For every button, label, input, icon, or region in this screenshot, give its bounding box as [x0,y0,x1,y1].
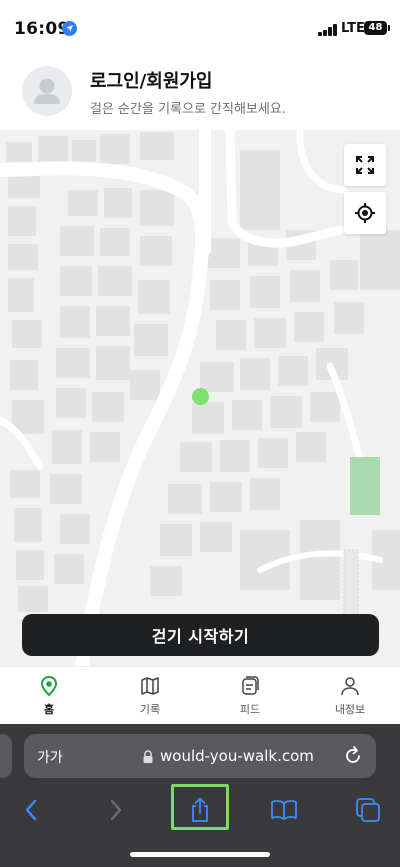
previous-tab-peek[interactable] [0,734,12,778]
login-header[interactable]: 로그인/회원가입 걸은 순간을 기록으로 간직해보세요. [0,54,400,130]
tab-profile[interactable]: 내정보 [310,675,390,721]
feed-icon [242,676,259,695]
back-button[interactable] [11,790,51,830]
book-icon [271,800,297,820]
bookmarks-button[interactable] [264,790,304,830]
crosshair-icon [355,203,375,223]
expand-map-button[interactable] [344,144,386,186]
profile-icon [341,677,359,696]
avatar[interactable] [22,66,72,116]
tab-home[interactable]: 홈 [9,675,89,721]
status-bar: 16:09 LTE 48 [0,0,400,54]
address-bar[interactable]: 가가 would-you-walk.com [24,734,376,778]
park-area [350,457,380,515]
tab-home-label: 홈 [43,703,55,716]
tabs-button[interactable] [348,790,388,830]
tab-profile-label: 내정보 [334,703,366,716]
tab-feed[interactable]: 피드 [210,675,290,721]
chevron-left-icon [25,799,37,821]
login-signup-title[interactable]: 로그인/회원가입 [90,67,213,93]
cellular-signal-icon [318,24,338,36]
tab-feed-label: 피드 [239,703,261,716]
login-subtitle: 걸은 순간을 기록으로 간직해보세요. [90,102,286,117]
map-icon [141,677,159,695]
home-indicator [130,852,270,857]
tab-records[interactable]: 기록 [110,675,190,721]
tabs-icon [356,798,380,822]
url-text[interactable]: would-you-walk.com [160,747,314,765]
current-location-dot [192,388,209,405]
location-pin-icon [40,675,58,697]
start-walking-button[interactable]: 걷기 시작하기 [22,614,379,656]
lock-icon [143,750,153,763]
tab-records-label: 기록 [139,703,161,716]
chevron-right-icon [110,799,122,821]
expand-icon [356,156,374,174]
reload-icon[interactable] [342,745,364,767]
my-location-button[interactable] [344,192,386,234]
share-icon [192,797,208,822]
share-button[interactable] [180,790,220,830]
battery-icon: 48 [364,21,390,35]
browser-toolbar: 가가 would-you-walk.com [0,724,400,867]
location-services-icon [62,21,77,36]
text-size-button[interactable]: 가가 [37,747,63,767]
forward-button[interactable] [96,790,136,830]
network-type: LTE [341,21,365,36]
map-view[interactable]: 걷기 시작하기 [0,130,400,666]
bottom-tab-bar: 홈 기록 피드 내정보 [0,666,400,724]
